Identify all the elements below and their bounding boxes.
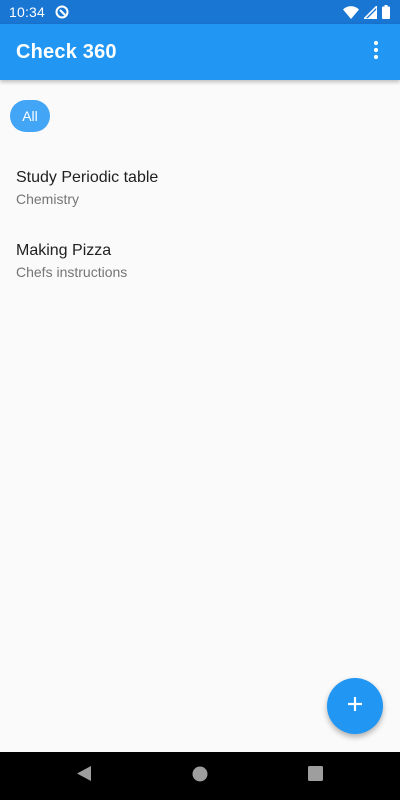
more-vert-icon (373, 40, 379, 65)
nav-recents-button[interactable] (303, 764, 327, 788)
status-icons (343, 5, 390, 19)
signal-icon (364, 5, 377, 19)
app-title: Check 360 (16, 40, 117, 63)
filter-chip-all[interactable]: All (10, 100, 50, 132)
status-time: 10:34 (9, 4, 46, 20)
app-bar: Check 360 (0, 24, 400, 80)
app-notification-icon (55, 5, 69, 19)
nav-home-button[interactable] (188, 764, 212, 788)
add-checklist-button[interactable] (327, 678, 383, 734)
list-item[interactable]: Making Pizza Chefs instructions (0, 229, 400, 302)
list-item-title: Making Pizza (16, 242, 112, 259)
list-item-subtitle: Chefs instructions (16, 264, 128, 280)
status-bar: 10:34 (0, 0, 400, 24)
battery-icon (382, 5, 390, 19)
checklist-list: Study Periodic table Chemistry Making Pi… (0, 156, 400, 302)
back-icon (76, 765, 92, 787)
navigation-bar (0, 752, 400, 800)
list-item-title: Study Periodic table (16, 169, 159, 186)
nav-back-button[interactable] (72, 764, 96, 788)
home-icon (192, 766, 208, 787)
list-item[interactable]: Study Periodic table Chemistry (0, 156, 400, 229)
plus-icon (347, 696, 363, 717)
filter-chips: All (10, 100, 50, 132)
list-item-subtitle: Chemistry (16, 191, 80, 207)
overflow-menu-button[interactable] (360, 32, 392, 72)
recents-icon (307, 766, 323, 786)
screen: 10:34 Check 360 All Study Periodic table… (0, 0, 400, 800)
wifi-icon (343, 5, 359, 19)
